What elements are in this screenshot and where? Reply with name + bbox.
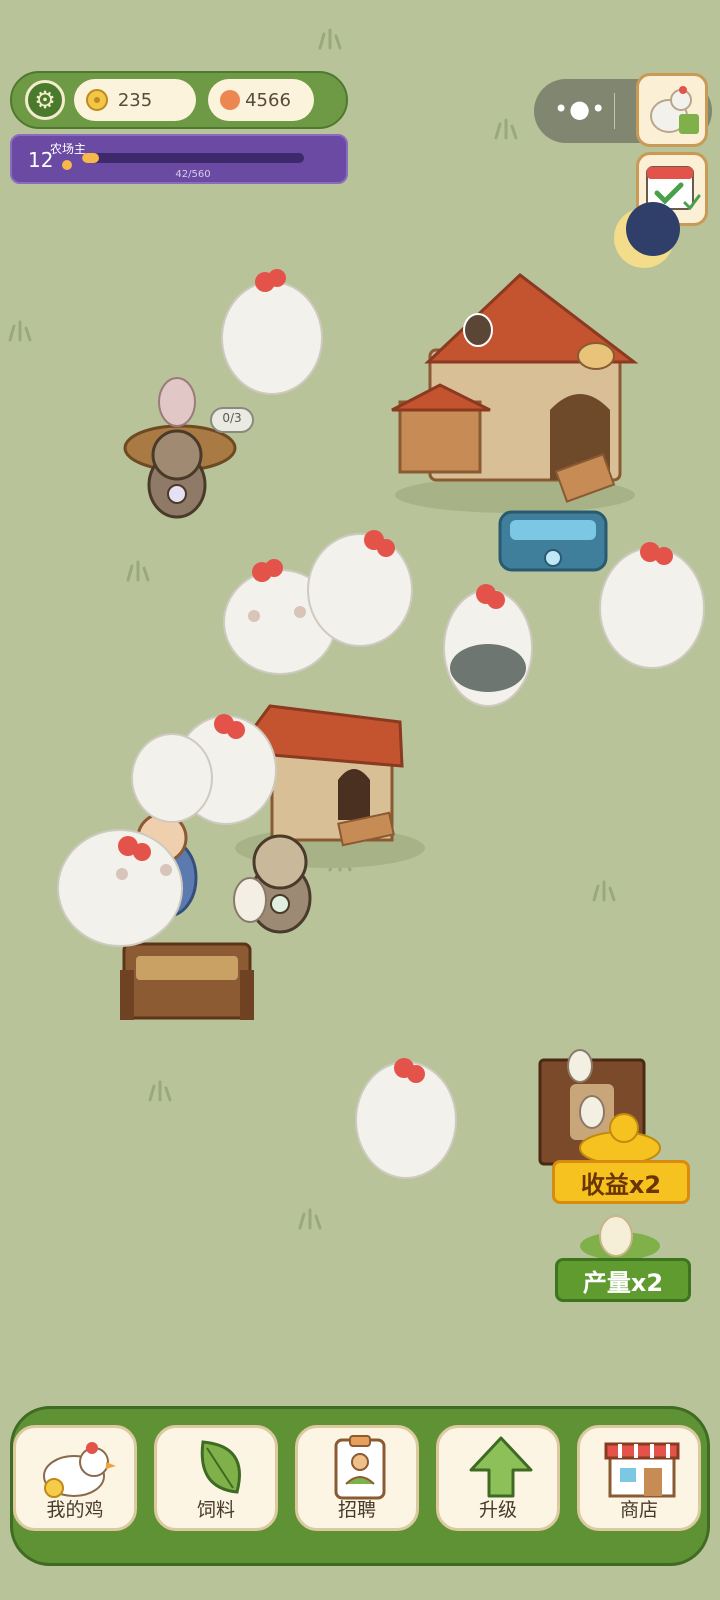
upgrade-arrow-icon xyxy=(469,1436,533,1498)
more-menu-button[interactable]: •●• xyxy=(554,97,606,121)
nav-label-recruit: 招聘 xyxy=(337,1499,376,1521)
coin-counter[interactable]: 235 xyxy=(74,79,196,121)
level-dot-icon xyxy=(62,160,72,170)
id-badge-icon xyxy=(334,1435,386,1500)
chicken-dark-tail xyxy=(450,644,526,692)
chicken-album-button[interactable] xyxy=(636,73,708,147)
feed-box[interactable] xyxy=(120,942,254,1020)
shop-icon xyxy=(604,1442,680,1498)
level-progress-text: 42/560 xyxy=(175,169,211,180)
nav-label-shop: 商店 xyxy=(619,1499,658,1521)
nav-feed[interactable]: 饲料 xyxy=(154,1425,278,1531)
level-bar[interactable]: 12 农场主 42/560 xyxy=(10,134,348,184)
bottom-nav: 我的鸡 饲料 招聘 升级 商店 xyxy=(10,1406,710,1566)
chicken-icon xyxy=(43,1442,116,1498)
nav-upgrade[interactable]: 升级 xyxy=(436,1425,560,1531)
settings-button[interactable]: ⚙ xyxy=(25,80,65,120)
chicken-album-icon xyxy=(650,86,699,134)
water-trough[interactable] xyxy=(498,510,608,572)
gem-counter[interactable]: 4566 xyxy=(208,79,314,121)
gem-value: 4566 xyxy=(245,89,291,111)
nav-label-feed: 饲料 xyxy=(196,1499,235,1521)
level-title: 农场主 xyxy=(50,142,87,156)
coin-value: 235 xyxy=(117,89,153,111)
night-moon-icon xyxy=(614,202,680,268)
level-progress-track xyxy=(82,153,304,163)
nav-shop[interactable]: 商店 xyxy=(577,1425,701,1531)
income-x2-boost[interactable]: 收益x2 xyxy=(552,1160,690,1204)
resource-bar: ⚙ 235 4566 xyxy=(10,71,348,129)
nav-label-upgrade: 升级 xyxy=(478,1499,517,1521)
capsule-divider xyxy=(614,93,615,129)
level-progress-fill xyxy=(82,153,99,163)
gear-icon: ⚙ xyxy=(34,86,56,114)
worker-bear[interactable] xyxy=(147,429,207,519)
nav-label-my-chickens: 我的鸡 xyxy=(46,1499,104,1521)
nav-my-chickens[interactable]: 我的鸡 xyxy=(13,1425,137,1531)
output-x2-boost[interactable]: 产量x2 xyxy=(555,1258,691,1302)
leaf-icon xyxy=(200,1440,241,1494)
nav-recruit[interactable]: 招聘 xyxy=(295,1425,419,1531)
nest-egg-count: 0/3 xyxy=(222,411,242,425)
farm-scene xyxy=(0,0,720,1600)
